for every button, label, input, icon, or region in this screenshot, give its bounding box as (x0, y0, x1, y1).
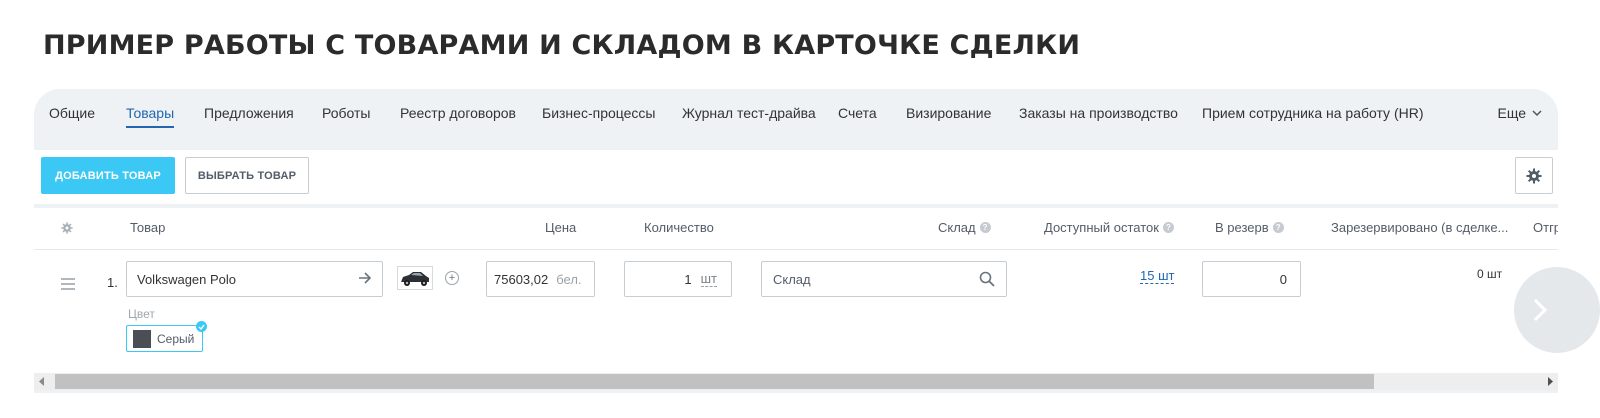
column-product-label: Товар (130, 220, 166, 235)
store-placeholder: Склад (773, 271, 811, 287)
product-toolbar: ДОБАВИТЬ ТОВАР ВЫБРАТЬ ТОВАР (34, 150, 1558, 204)
column-shipped: Отгр (1533, 220, 1558, 235)
tab-products[interactable]: Товары (126, 105, 175, 128)
tab-hr-hiring[interactable]: Прием сотрудника на работу (HR) (1202, 105, 1424, 121)
add-product-button[interactable]: ДОБАВИТЬ ТОВАР (41, 157, 175, 194)
arrow-right-icon[interactable] (358, 271, 372, 285)
column-store-label: Склад (938, 220, 976, 235)
column-shipped-label: Отгр (1533, 220, 1558, 235)
tab-production-orders[interactable]: Заказы на производство (1019, 105, 1178, 121)
price-input[interactable]: 75603,02 бел. (486, 261, 595, 297)
scrollbar-thumb[interactable] (55, 374, 1374, 389)
help-icon[interactable]: ? (1162, 222, 1174, 233)
reserve-input[interactable]: 0 (1202, 261, 1301, 297)
chevron-right-icon (1533, 298, 1548, 322)
quantity-input[interactable]: 1 шт (624, 261, 732, 297)
column-reserved: Зарезервировано (в сделке... (1331, 220, 1508, 235)
tab-invoices[interactable]: Счета (838, 105, 877, 121)
chevron-down-icon (1532, 109, 1542, 116)
reserve-value: 0 (1279, 271, 1287, 287)
tab-contracts-registry[interactable]: Реестр договоров (400, 105, 516, 121)
column-product: Товар (130, 220, 165, 235)
product-name-value: Volkswagen Polo (137, 271, 237, 287)
tab-bar: Общие Товары Предложения Роботы Реестр д… (34, 89, 1558, 147)
color-option-gray[interactable]: Серый (126, 321, 207, 352)
reserved-value: 0 шт (1477, 267, 1503, 281)
drag-handle-icon[interactable] (61, 278, 75, 293)
tab-more-label: Еще (1497, 105, 1527, 121)
column-price: Цена (545, 220, 576, 235)
page-title: ПРИМЕР РАБОТЫ С ТОВАРАМИ И СКЛАДОМ В КАР… (43, 30, 1081, 61)
gear-icon (1526, 168, 1542, 183)
column-quantity: Количество (644, 220, 714, 235)
column-to-reserve-label: В резерв (1215, 220, 1269, 235)
horizontal-scrollbar[interactable] (34, 373, 1558, 390)
price-value: 75603,02 (494, 271, 549, 287)
column-available: Доступный остаток? (1044, 220, 1174, 235)
product-grid: Товар Цена Количество Склад? Доступный о… (34, 208, 1558, 374)
column-quantity-label: Количество (644, 220, 714, 235)
scroll-right-button[interactable] (1514, 267, 1600, 353)
tab-general[interactable]: Общие (49, 105, 95, 121)
grid-settings-button[interactable] (1515, 157, 1553, 194)
currency-label: бел. (556, 271, 582, 287)
tab-offers[interactable]: Предложения (204, 105, 294, 121)
add-image-plus-icon[interactable]: + (445, 271, 459, 285)
tab-test-drive-log[interactable]: Журнал тест-драйва (682, 105, 816, 121)
scroll-right-arrow-icon[interactable] (1547, 377, 1553, 386)
column-to-reserve: В резерв? (1215, 220, 1284, 235)
column-reserved-label: Зарезервировано (в сделке... (1331, 220, 1509, 235)
checkmark-icon (196, 321, 207, 332)
help-icon[interactable]: ? (1272, 222, 1284, 233)
column-settings-gear-icon[interactable] (61, 222, 73, 234)
table-row: 1. Volkswagen Polo + 75603,02 бел. 1 шт … (34, 251, 1558, 373)
select-product-button[interactable]: ВЫБРАТЬ ТОВАР (185, 157, 309, 194)
row-number: 1. (107, 275, 118, 290)
color-swatch (133, 329, 151, 348)
column-available-label: Доступный остаток (1044, 220, 1159, 235)
tab-approval[interactable]: Визирование (906, 105, 991, 121)
unit-selector[interactable]: шт (700, 271, 717, 287)
color-property-label: Цвет (128, 307, 155, 321)
product-name-input[interactable]: Volkswagen Polo (126, 261, 383, 297)
color-option-label: Серый (157, 331, 195, 346)
deal-card-panel: Общие Товары Предложения Роботы Реестр д… (34, 89, 1558, 393)
tab-business-processes[interactable]: Бизнес-процессы (542, 105, 655, 121)
product-image-thumbnail[interactable] (397, 266, 433, 290)
search-icon[interactable] (979, 271, 995, 287)
tab-more[interactable]: Еще (1498, 105, 1543, 121)
column-price-label: Цена (545, 220, 577, 235)
help-icon[interactable]: ? (979, 222, 991, 233)
available-stock-link[interactable]: 15 шт (1140, 268, 1175, 284)
grid-header: Товар Цена Количество Склад? Доступный о… (34, 208, 1558, 250)
column-store: Склад? (938, 220, 991, 235)
scroll-left-arrow-icon[interactable] (39, 377, 45, 386)
tab-robots[interactable]: Роботы (322, 105, 370, 121)
store-search-input[interactable]: Склад (761, 261, 1007, 297)
car-image-icon (401, 272, 429, 286)
quantity-value: 1 (684, 271, 692, 287)
